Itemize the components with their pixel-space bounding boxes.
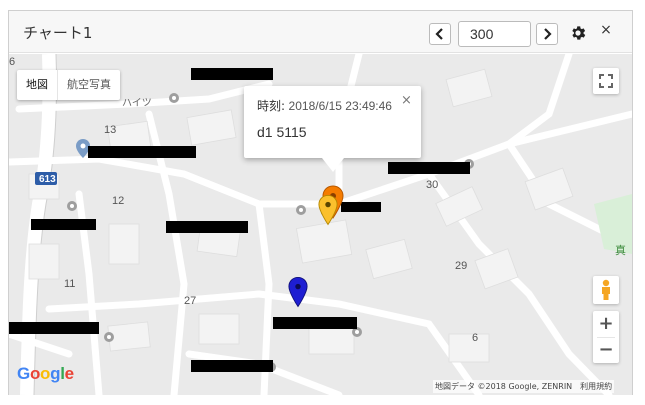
zoom-in-button[interactable]: +: [593, 311, 619, 337]
marker-blue[interactable]: [288, 276, 308, 308]
map-label-6: 6: [472, 332, 479, 344]
prev-button[interactable]: [429, 23, 451, 45]
chevron-right-icon: [544, 28, 552, 40]
redacted-label: [9, 322, 99, 334]
redacted-label: [273, 317, 357, 329]
map-label-12: 12: [112, 195, 125, 207]
map-label-29: 29: [455, 260, 468, 272]
info-value: d1 5115: [257, 124, 307, 140]
marker-yellow[interactable]: [318, 194, 338, 226]
google-logo-letter: o: [29, 364, 41, 383]
redacted-label: [88, 146, 196, 158]
zoom-control: + −: [593, 311, 619, 363]
chart-panel: チャート1 ×: [8, 10, 633, 395]
map-type-map-button[interactable]: 地図: [17, 70, 58, 100]
zoom-out-button[interactable]: −: [593, 337, 619, 363]
fullscreen-button[interactable]: [593, 68, 619, 94]
google-logo-letter: o: [40, 364, 51, 383]
pegman-icon: [602, 279, 610, 300]
redacted-label: [388, 162, 470, 174]
map-label-ma: 真: [615, 245, 626, 257]
map-area[interactable]: 613 6 13 12 11 27 30 29 6 ハイツ ク 真 地図 航空写…: [9, 54, 632, 395]
chevron-left-icon: [435, 28, 443, 40]
map-label-13: 13: [104, 124, 117, 136]
redacted-label: [191, 360, 273, 372]
street-view-button[interactable]: [593, 276, 619, 304]
panel-title: チャート1: [23, 24, 93, 42]
fullscreen-icon: [599, 74, 613, 88]
google-logo-letter: G: [17, 364, 30, 383]
map-attribution[interactable]: 地図データ ©2018 Google, ZENRIN 利用規約: [433, 380, 615, 393]
map-label-30: 30: [426, 179, 439, 191]
zoom-separator: [597, 337, 615, 338]
redacted-label: [191, 68, 273, 80]
google-logo-letter: e: [64, 364, 74, 383]
info-time-key: 時刻:: [257, 99, 286, 113]
map-type-satellite-button[interactable]: 航空写真: [58, 70, 120, 100]
map-label-6-top: 6: [9, 56, 16, 68]
info-window: 時刻: 2018/6/15 23:49:46 d1 5115 ×: [244, 86, 421, 172]
redacted-label: [166, 221, 248, 233]
gear-icon[interactable]: [569, 24, 587, 42]
google-logo-letter: g: [50, 364, 61, 383]
map-label-haitsu: ハイツ: [122, 98, 152, 109]
map-label-27: 27: [184, 295, 197, 307]
close-button[interactable]: ×: [599, 22, 613, 38]
info-window-tail: [322, 158, 344, 172]
map-type-control: 地図 航空写真: [17, 70, 120, 100]
redacted-label: [31, 219, 96, 230]
redacted-label: [341, 202, 381, 212]
info-time-value: 2018/6/15 23:49:46: [288, 99, 392, 113]
panel-header: チャート1 ×: [9, 11, 632, 53]
google-logo: Google: [17, 364, 74, 384]
route-613-label: 613: [39, 174, 56, 185]
count-input[interactable]: [458, 21, 531, 47]
info-close-button[interactable]: ×: [401, 93, 412, 108]
info-time: 時刻: 2018/6/15 23:49:46: [257, 97, 392, 114]
next-button[interactable]: [536, 23, 558, 45]
map-label-11: 11: [64, 278, 76, 290]
